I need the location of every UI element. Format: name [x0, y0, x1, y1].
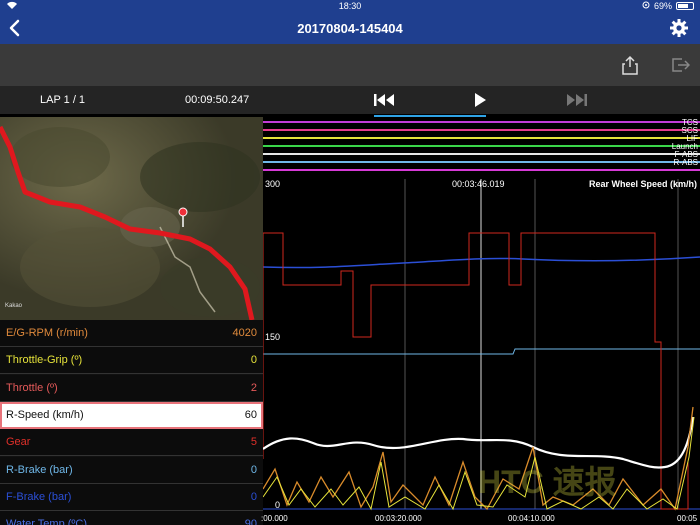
channel-label: F-Brake (bar): [6, 490, 72, 503]
channel-row[interactable]: E/G-RPM (r/min) 4020: [0, 320, 263, 347]
channel-value: 0: [250, 354, 257, 367]
export-icon[interactable]: [670, 55, 691, 75]
battery-percent: 69%: [653, 1, 672, 11]
share-icon[interactable]: [620, 55, 640, 75]
channel-value: 60: [244, 408, 257, 421]
gear-trace: [262, 232, 689, 510]
channel-value: 2: [250, 381, 257, 394]
channel-value: 5: [250, 436, 257, 449]
telemetry-chart[interactable]: TCS SCS LIF Launch F-ABS R-ABS 300 00:03:46.0…: [261, 117, 700, 525]
x-tick-label: 00:04:10.000: [508, 514, 555, 523]
channel-row[interactable]: R-Speed (km/h) 60: [0, 401, 263, 429]
track-map[interactable]: Kakao: [0, 117, 263, 320]
channel-label: Throttle-Grip (º): [6, 354, 83, 367]
channel-row[interactable]: R-Brake (bar) 0: [0, 456, 263, 484]
rewind-icon[interactable]: [373, 92, 395, 108]
channel-row[interactable]: Throttle-Grip (º) 0: [0, 347, 263, 375]
play-icon[interactable]: [472, 92, 494, 108]
cursor-time-label: 00:03:46.019: [452, 179, 505, 189]
channel-label: Gear: [6, 436, 31, 449]
gear-icon[interactable]: [670, 19, 688, 37]
battery-fill: [678, 4, 688, 8]
channel-value: 4020: [232, 327, 257, 339]
channel-label: Water Temp (ºC): [6, 518, 88, 525]
channel-label: R-Speed (km/h): [6, 408, 84, 421]
channel-row[interactable]: Throttle (º) 2: [0, 374, 263, 402]
lock-rotation-icon: [642, 1, 650, 11]
status-time: 18:30: [338, 1, 362, 11]
channel-value: 0: [250, 463, 257, 476]
channel-label: E/G-RPM (r/min): [6, 327, 88, 339]
x-tick-label: :00.000: [261, 514, 288, 523]
channel-value: 0: [250, 490, 257, 503]
channel-value: 90: [244, 518, 257, 525]
y-min-label: 0: [275, 500, 281, 510]
y-mid-label: 150: [265, 332, 281, 342]
page-title: 20170804-145404: [297, 21, 403, 36]
playback-bar: LAP 1 / 1 00:09:50.247: [0, 86, 700, 114]
lap-counter: LAP 1 / 1: [40, 94, 86, 106]
series-title: Rear Wheel Speed (km/h): [588, 179, 697, 189]
map-watermark: Kakao: [5, 303, 23, 309]
channel-label: R-Brake (bar): [6, 463, 73, 476]
y-max-label: 300: [265, 179, 281, 189]
channel-row[interactable]: Water Temp (ºC) 90: [0, 511, 263, 525]
fast-forward-icon[interactable]: [566, 92, 588, 108]
x-tick-label: 00:05: [677, 514, 698, 523]
nav-bar: 20170804-145404: [0, 12, 700, 44]
watermark: HTC 速报: [478, 464, 617, 500]
elapsed-time: 00:09:50.247: [185, 94, 250, 106]
channel-label: Throttle (º): [6, 381, 58, 394]
x-tick-label: 00:03:20.000: [375, 514, 422, 523]
channel-row[interactable]: Gear 5: [0, 429, 263, 457]
channel-list: E/G-RPM (r/min) 4020 Throttle-Grip (º) 0 Thr…: [0, 320, 263, 525]
status-bar: 18:30 69%: [0, 0, 700, 12]
flag-label: R-ABS: [673, 158, 698, 167]
battery-icon: [676, 2, 694, 10]
channel-row[interactable]: F-Brake (bar) 0: [0, 483, 263, 511]
toolbar: [0, 44, 700, 86]
